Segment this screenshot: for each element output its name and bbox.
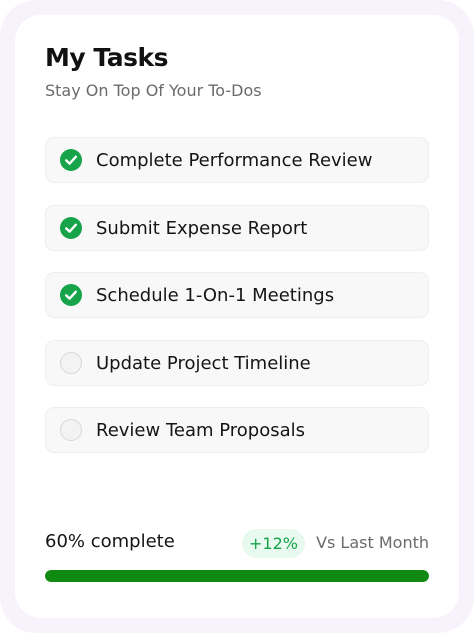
check-circle-icon[interactable] bbox=[60, 149, 82, 171]
task-list: Complete Performance Review Submit Expen… bbox=[45, 137, 429, 475]
card-frame: My Tasks Stay On Top Of Your To-Dos Comp… bbox=[0, 0, 474, 633]
task-item[interactable]: Review Team Proposals bbox=[45, 407, 429, 453]
progress-label: 60% complete bbox=[45, 531, 175, 552]
task-item[interactable]: Submit Expense Report bbox=[45, 204, 429, 251]
progress-bar bbox=[45, 570, 429, 582]
task-label: Update Project Timeline bbox=[96, 352, 311, 374]
empty-circle-icon[interactable] bbox=[60, 351, 82, 374]
task-label: Review Team Proposals bbox=[96, 420, 306, 441]
empty-circle-icon[interactable] bbox=[60, 419, 82, 441]
task-label: Submit Expense Report bbox=[96, 217, 308, 239]
comparison-label: Vs Last Month bbox=[316, 533, 429, 552]
task-label: Schedule 1-On-1 Meetings bbox=[96, 285, 335, 306]
check-circle-icon[interactable] bbox=[60, 284, 82, 306]
change-badge: +12% bbox=[242, 529, 305, 558]
task-item[interactable]: Update Project Timeline bbox=[45, 339, 429, 386]
check-circle-icon[interactable] bbox=[60, 216, 82, 239]
task-item[interactable]: Schedule 1-On-1 Meetings bbox=[45, 272, 429, 318]
tasks-card: My Tasks Stay On Top Of Your To-Dos Comp… bbox=[15, 15, 459, 618]
page-subtitle: Stay On Top Of Your To-Dos bbox=[45, 81, 262, 100]
task-label: Complete Performance Review bbox=[96, 150, 373, 171]
page-title: My Tasks bbox=[45, 43, 168, 72]
progress-bar-fill bbox=[45, 570, 429, 582]
task-item[interactable]: Complete Performance Review bbox=[45, 137, 429, 183]
